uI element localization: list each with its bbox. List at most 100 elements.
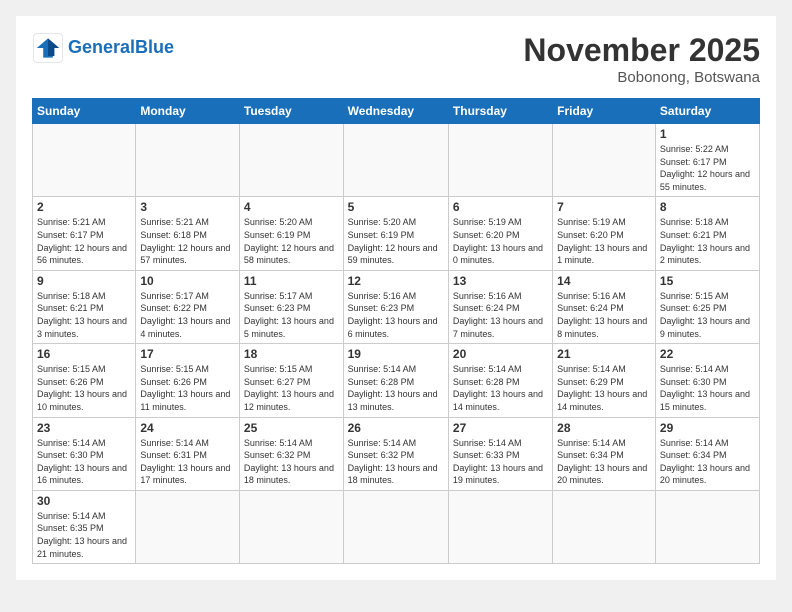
day-info: Sunrise: 5:15 AM Sunset: 6:25 PM Dayligh… bbox=[660, 290, 755, 340]
day-number: 6 bbox=[453, 200, 548, 214]
calendar-cell bbox=[343, 490, 448, 563]
calendar-cell: 14 Sunrise: 5:16 AM Sunset: 6:24 PM Dayli… bbox=[553, 270, 656, 343]
day-info: Sunrise: 5:16 AM Sunset: 6:24 PM Dayligh… bbox=[453, 290, 548, 340]
calendar-cell: 12 Sunrise: 5:16 AM Sunset: 6:23 PM Dayli… bbox=[343, 270, 448, 343]
calendar-cell: 9Sunrise: 5:18 AM Sunset: 6:21 PM Daylig… bbox=[33, 270, 136, 343]
day-number: 23 bbox=[37, 421, 131, 435]
calendar-week-row: 23 Sunrise: 5:14 AM Sunset: 6:30 PM Dayli… bbox=[33, 417, 760, 490]
logo-text: GeneralBlue bbox=[68, 38, 174, 58]
day-number: 4 bbox=[244, 200, 339, 214]
day-info: Sunrise: 5:14 AM Sunset: 6:28 PM Dayligh… bbox=[348, 363, 444, 413]
day-info: Sunrise: 5:18 AM Sunset: 6:21 PM Dayligh… bbox=[660, 216, 755, 266]
day-number: 2 bbox=[37, 200, 131, 214]
day-number: 3 bbox=[140, 200, 235, 214]
day-number: 14 bbox=[557, 274, 651, 288]
calendar-week-row: 2 Sunrise: 5:21 AM Sunset: 6:17 PM Daylig… bbox=[33, 197, 760, 270]
day-info: Sunrise: 5:15 AM Sunset: 6:26 PM Dayligh… bbox=[140, 363, 235, 413]
page-header: GeneralBlue November 2025 Bobonong, Bots… bbox=[32, 32, 760, 86]
calendar-cell: 24Sunrise: 5:14 AM Sunset: 6:31 PM Dayli… bbox=[136, 417, 240, 490]
calendar-cell bbox=[343, 124, 448, 197]
calendar-cell bbox=[553, 490, 656, 563]
calendar-cell: 2 Sunrise: 5:21 AM Sunset: 6:17 PM Daylig… bbox=[33, 197, 136, 270]
day-info: Sunrise: 5:20 AM Sunset: 6:19 PM Dayligh… bbox=[244, 216, 339, 266]
calendar-cell: 13 Sunrise: 5:16 AM Sunset: 6:24 PM Dayli… bbox=[448, 270, 552, 343]
day-number: 26 bbox=[348, 421, 444, 435]
day-info: Sunrise: 5:14 AM Sunset: 6:35 PM Dayligh… bbox=[37, 510, 131, 560]
calendar-cell: 11Sunrise: 5:17 AM Sunset: 6:23 PM Dayli… bbox=[239, 270, 343, 343]
calendar-cell: 16Sunrise: 5:15 AM Sunset: 6:26 PM Dayli… bbox=[33, 344, 136, 417]
calendar-cell bbox=[655, 490, 759, 563]
day-info: Sunrise: 5:22 AM Sunset: 6:17 PM Dayligh… bbox=[660, 143, 755, 193]
calendar-cell bbox=[136, 490, 240, 563]
calendar-week-row: 9Sunrise: 5:18 AM Sunset: 6:21 PM Daylig… bbox=[33, 270, 760, 343]
calendar-cell: 7Sunrise: 5:19 AM Sunset: 6:20 PM Daylig… bbox=[553, 197, 656, 270]
calendar-header-thursday: Thursday bbox=[448, 99, 552, 124]
day-info: Sunrise: 5:14 AM Sunset: 6:31 PM Dayligh… bbox=[140, 437, 235, 487]
calendar-cell bbox=[239, 124, 343, 197]
calendar-cell: 23 Sunrise: 5:14 AM Sunset: 6:30 PM Dayli… bbox=[33, 417, 136, 490]
day-number: 17 bbox=[140, 347, 235, 361]
calendar-cell: 6Sunrise: 5:19 AM Sunset: 6:20 PM Daylig… bbox=[448, 197, 552, 270]
calendar-cell: 15 Sunrise: 5:15 AM Sunset: 6:25 PM Dayli… bbox=[655, 270, 759, 343]
day-number: 15 bbox=[660, 274, 755, 288]
day-number: 13 bbox=[453, 274, 548, 288]
calendar-cell: 30 Sunrise: 5:14 AM Sunset: 6:35 PM Dayli… bbox=[33, 490, 136, 563]
day-info: Sunrise: 5:16 AM Sunset: 6:24 PM Dayligh… bbox=[557, 290, 651, 340]
day-info: Sunrise: 5:17 AM Sunset: 6:23 PM Dayligh… bbox=[244, 290, 339, 340]
month-title: November 2025 bbox=[523, 32, 760, 69]
calendar-header-saturday: Saturday bbox=[655, 99, 759, 124]
calendar-cell: 1 Sunrise: 5:22 AM Sunset: 6:17 PM Daylig… bbox=[655, 124, 759, 197]
calendar-cell: 8 Sunrise: 5:18 AM Sunset: 6:21 PM Daylig… bbox=[655, 197, 759, 270]
day-number: 12 bbox=[348, 274, 444, 288]
calendar-cell: 5Sunrise: 5:20 AM Sunset: 6:19 PM Daylig… bbox=[343, 197, 448, 270]
calendar-header-row: SundayMondayTuesdayWednesdayThursdayFrid… bbox=[33, 99, 760, 124]
day-info: Sunrise: 5:21 AM Sunset: 6:17 PM Dayligh… bbox=[37, 216, 131, 266]
day-info: Sunrise: 5:14 AM Sunset: 6:30 PM Dayligh… bbox=[660, 363, 755, 413]
calendar-cell bbox=[553, 124, 656, 197]
day-number: 19 bbox=[348, 347, 444, 361]
day-number: 27 bbox=[453, 421, 548, 435]
day-info: Sunrise: 5:14 AM Sunset: 6:28 PM Dayligh… bbox=[453, 363, 548, 413]
calendar-week-row: 30 Sunrise: 5:14 AM Sunset: 6:35 PM Dayli… bbox=[33, 490, 760, 563]
logo: GeneralBlue bbox=[32, 32, 174, 64]
day-info: Sunrise: 5:15 AM Sunset: 6:26 PM Dayligh… bbox=[37, 363, 131, 413]
calendar-cell bbox=[448, 490, 552, 563]
day-info: Sunrise: 5:14 AM Sunset: 6:34 PM Dayligh… bbox=[557, 437, 651, 487]
calendar-cell bbox=[239, 490, 343, 563]
day-info: Sunrise: 5:21 AM Sunset: 6:18 PM Dayligh… bbox=[140, 216, 235, 266]
calendar-header-monday: Monday bbox=[136, 99, 240, 124]
day-number: 9 bbox=[37, 274, 131, 288]
day-info: Sunrise: 5:14 AM Sunset: 6:30 PM Dayligh… bbox=[37, 437, 131, 487]
day-number: 20 bbox=[453, 347, 548, 361]
calendar-cell: 28 Sunrise: 5:14 AM Sunset: 6:34 PM Dayli… bbox=[553, 417, 656, 490]
day-number: 18 bbox=[244, 347, 339, 361]
day-number: 10 bbox=[140, 274, 235, 288]
day-number: 29 bbox=[660, 421, 755, 435]
calendar-week-row: 16Sunrise: 5:15 AM Sunset: 6:26 PM Dayli… bbox=[33, 344, 760, 417]
logo-icon bbox=[32, 32, 64, 64]
day-number: 25 bbox=[244, 421, 339, 435]
title-block: November 2025 Bobonong, Botswana bbox=[523, 32, 760, 86]
day-info: Sunrise: 5:14 AM Sunset: 6:32 PM Dayligh… bbox=[244, 437, 339, 487]
day-info: Sunrise: 5:16 AM Sunset: 6:23 PM Dayligh… bbox=[348, 290, 444, 340]
day-number: 1 bbox=[660, 127, 755, 141]
day-number: 8 bbox=[660, 200, 755, 214]
calendar-cell: 4 Sunrise: 5:20 AM Sunset: 6:19 PM Daylig… bbox=[239, 197, 343, 270]
day-info: Sunrise: 5:14 AM Sunset: 6:29 PM Dayligh… bbox=[557, 363, 651, 413]
logo-blue: Blue bbox=[135, 37, 174, 57]
calendar-header-friday: Friday bbox=[553, 99, 656, 124]
day-number: 22 bbox=[660, 347, 755, 361]
calendar-cell bbox=[448, 124, 552, 197]
calendar-header-sunday: Sunday bbox=[33, 99, 136, 124]
calendar-cell: 3 Sunrise: 5:21 AM Sunset: 6:18 PM Daylig… bbox=[136, 197, 240, 270]
calendar-cell: 19 Sunrise: 5:14 AM Sunset: 6:28 PM Dayli… bbox=[343, 344, 448, 417]
logo-general: General bbox=[68, 37, 135, 57]
day-info: Sunrise: 5:14 AM Sunset: 6:34 PM Dayligh… bbox=[660, 437, 755, 487]
calendar-cell: 18Sunrise: 5:15 AM Sunset: 6:27 PM Dayli… bbox=[239, 344, 343, 417]
day-info: Sunrise: 5:19 AM Sunset: 6:20 PM Dayligh… bbox=[557, 216, 651, 266]
calendar-cell: 29 Sunrise: 5:14 AM Sunset: 6:34 PM Dayli… bbox=[655, 417, 759, 490]
day-number: 30 bbox=[37, 494, 131, 508]
day-info: Sunrise: 5:17 AM Sunset: 6:22 PM Dayligh… bbox=[140, 290, 235, 340]
day-info: Sunrise: 5:14 AM Sunset: 6:32 PM Dayligh… bbox=[348, 437, 444, 487]
day-number: 28 bbox=[557, 421, 651, 435]
